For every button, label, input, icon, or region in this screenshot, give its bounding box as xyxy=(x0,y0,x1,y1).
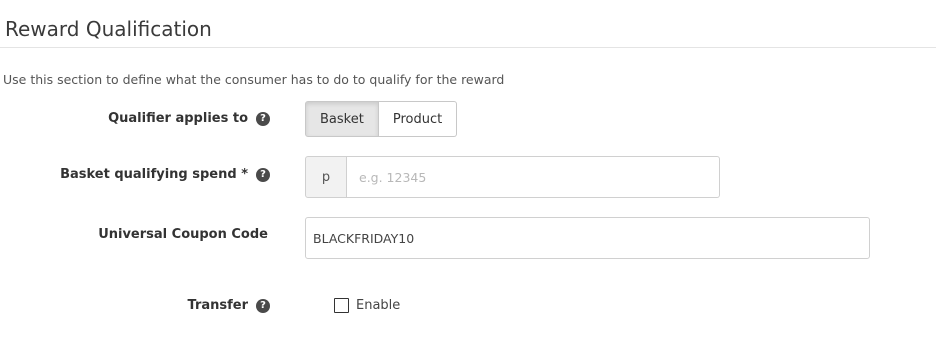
basket-option-button[interactable]: Basket xyxy=(305,101,379,137)
basket-spend-row: Basket qualifying spend * ? p xyxy=(0,156,936,198)
enable-label: Enable xyxy=(356,298,401,313)
transfer-label-wrap: Transfer ? xyxy=(187,298,270,313)
basket-spend-label-wrap: Basket qualifying spend * ? xyxy=(60,167,270,182)
qualifier-label-wrap: Qualifier applies to ? xyxy=(108,111,270,126)
basket-spend-label: Basket qualifying spend * xyxy=(60,167,248,182)
qualifier-button-group: Basket Product xyxy=(305,101,458,137)
help-icon[interactable]: ? xyxy=(256,167,270,182)
transfer-row: Transfer ? Enable xyxy=(0,297,936,317)
qualifier-row: Qualifier applies to ? Basket Product xyxy=(0,101,936,137)
transfer-enable-checkbox[interactable]: Enable xyxy=(334,298,400,313)
section-description: Use this section to define what the cons… xyxy=(3,72,505,87)
coupon-label-wrap: Universal Coupon Code xyxy=(98,227,268,242)
currency-addon: p xyxy=(305,156,347,198)
help-icon[interactable]: ? xyxy=(256,111,270,126)
product-option-button[interactable]: Product xyxy=(378,101,458,137)
transfer-label: Transfer xyxy=(187,298,249,313)
section-divider xyxy=(0,47,936,48)
basket-spend-input-group: p xyxy=(305,156,720,198)
coupon-label: Universal Coupon Code xyxy=(98,227,268,242)
qualifier-label: Qualifier applies to xyxy=(108,111,248,126)
section-title: Reward Qualification xyxy=(5,17,212,41)
checkbox-box[interactable] xyxy=(334,298,349,313)
help-icon[interactable]: ? xyxy=(256,298,270,313)
coupon-row: Universal Coupon Code xyxy=(0,217,936,259)
basket-spend-input[interactable] xyxy=(347,156,720,198)
coupon-code-input[interactable] xyxy=(305,217,870,259)
